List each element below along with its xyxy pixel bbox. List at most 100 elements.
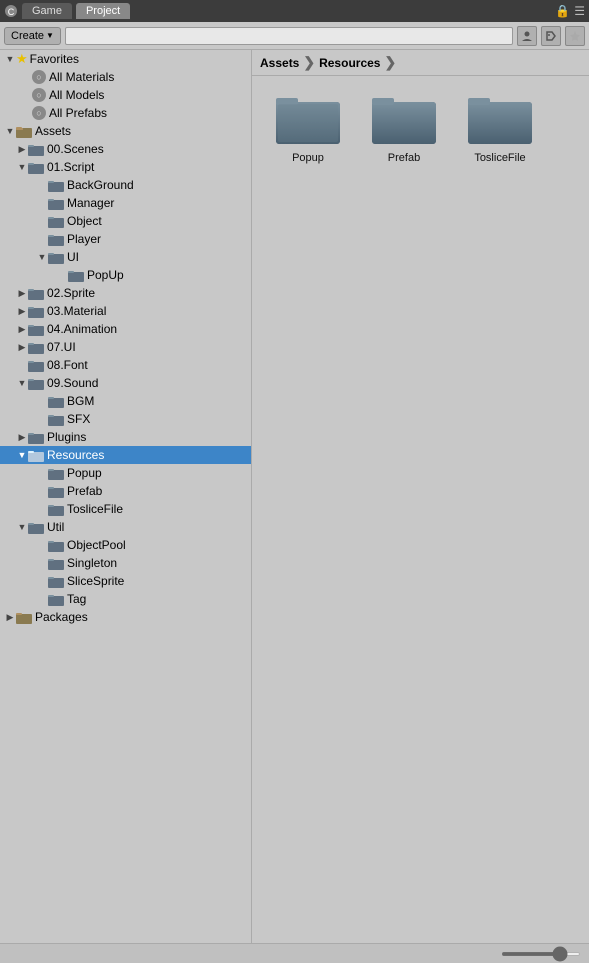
folder-icon: [28, 377, 44, 390]
sidebar-item-popup-script[interactable]: PopUp: [0, 266, 251, 284]
toslicefile-folder-icon: [468, 92, 532, 148]
asset-toslicefile[interactable]: TosliceFile: [460, 92, 540, 164]
sidebar-item-01-script[interactable]: 01.Script: [0, 158, 251, 176]
util-arrow: [16, 521, 28, 533]
folder-icon: [28, 341, 44, 354]
folder-icon: [48, 395, 64, 408]
asset-toslicefile-label: TosliceFile: [474, 152, 525, 164]
sidebar-item-prefab-res[interactable]: Prefab: [0, 482, 251, 500]
sidebar-item-util[interactable]: Util: [0, 518, 251, 536]
sidebar-item-08-font[interactable]: 08.Font: [0, 356, 251, 374]
folder-icon: [48, 593, 64, 606]
sidebar-item-manager[interactable]: Manager: [0, 194, 251, 212]
menu-icon[interactable]: ☰: [574, 4, 585, 18]
breadcrumb-sep2: ❯: [384, 54, 396, 71]
folder-icon: [28, 143, 44, 156]
prefab-folder-icon: [372, 92, 436, 148]
sidebar-item-singleton[interactable]: Singleton: [0, 554, 251, 572]
folder-icon: [48, 503, 64, 516]
sidebar-item-03-material[interactable]: 03.Material: [0, 302, 251, 320]
folder-icon: [28, 521, 44, 534]
folder-icon: [28, 449, 44, 462]
tab-project[interactable]: Project: [76, 3, 130, 19]
zoom-slider-container: [501, 952, 581, 956]
folder-icon: [48, 485, 64, 498]
sidebar-item-resources[interactable]: Resources: [0, 446, 251, 464]
sidebar-item-popup-res[interactable]: Popup: [0, 464, 251, 482]
sidebar-item-sfx[interactable]: SFX: [0, 410, 251, 428]
packages-label: Packages: [35, 610, 88, 624]
zoom-slider[interactable]: [501, 952, 581, 956]
folder-icon: [28, 359, 44, 372]
resources-arrow: [16, 449, 28, 461]
sidebar-item-02-sprite[interactable]: 02.Sprite: [0, 284, 251, 302]
search-icon: ○: [32, 70, 46, 84]
title-bar: C Game Project 🔒 ☰: [0, 0, 589, 22]
breadcrumb: Assets ❯ Resources ❯: [252, 50, 589, 76]
sidebar-item-background[interactable]: BackGround: [0, 176, 251, 194]
sidebar-item-objectpool[interactable]: ObjectPool: [0, 536, 251, 554]
packages-arrow: [4, 611, 16, 623]
search-icon: ○: [32, 106, 46, 120]
folder-icon: [48, 467, 64, 480]
sound-arrow: [16, 377, 28, 389]
folder-icon: [48, 539, 64, 552]
lock-icon[interactable]: 🔒: [555, 4, 570, 18]
breadcrumb-resources[interactable]: Resources: [319, 56, 380, 70]
search-icon: ○: [32, 88, 46, 102]
folder-icon: [48, 557, 64, 570]
main-container: ★ Favorites ○ All Materials ○ All Models…: [0, 50, 589, 943]
folder-icon: [48, 251, 64, 264]
sidebar-item-slicesprite[interactable]: SliceSprite: [0, 572, 251, 590]
folder-icon: [48, 575, 64, 588]
assets-arrow: [4, 125, 16, 137]
person-icon-button[interactable]: [517, 26, 537, 46]
breadcrumb-sep1: ❯: [303, 54, 315, 71]
ui07-arrow: [16, 341, 28, 353]
dropdown-arrow-icon: ▼: [46, 31, 54, 40]
animation-arrow: [16, 323, 28, 335]
folder-icon: [48, 197, 64, 210]
sidebar-item-player[interactable]: Player: [0, 230, 251, 248]
favorites-arrow: [4, 53, 16, 65]
sidebar-item-tag[interactable]: Tag: [0, 590, 251, 608]
breadcrumb-assets[interactable]: Assets: [260, 56, 299, 70]
sidebar-item-ui[interactable]: UI: [0, 248, 251, 266]
create-button[interactable]: Create ▼: [4, 27, 61, 45]
sidebar-item-all-materials[interactable]: ○ All Materials: [0, 68, 251, 86]
scenes-arrow: [16, 143, 28, 155]
favorites-header[interactable]: ★ Favorites: [0, 50, 251, 68]
folder-icon: [28, 431, 44, 444]
script-arrow: [16, 161, 28, 173]
sidebar-item-toslicefile-res[interactable]: TosliceFile: [0, 500, 251, 518]
sidebar-item-object[interactable]: Object: [0, 212, 251, 230]
asset-prefab[interactable]: Prefab: [364, 92, 444, 164]
assets-header[interactable]: Assets: [0, 122, 251, 140]
asset-popup[interactable]: Popup: [268, 92, 348, 164]
folder-icon: [28, 287, 44, 300]
sidebar-item-all-models[interactable]: ○ All Models: [0, 86, 251, 104]
sidebar-item-00-scenes[interactable]: 00.Scenes: [0, 140, 251, 158]
sidebar-item-04-animation[interactable]: 04.Animation: [0, 320, 251, 338]
tag-icon-button[interactable]: [541, 26, 561, 46]
sidebar-item-bgm[interactable]: BGM: [0, 392, 251, 410]
sidebar-item-09-sound[interactable]: 09.Sound: [0, 374, 251, 392]
folder-icon: [68, 269, 84, 282]
folder-icon: [28, 323, 44, 336]
plugins-arrow: [16, 431, 28, 443]
folder-icon: [48, 215, 64, 228]
sidebar-item-all-prefabs[interactable]: ○ All Prefabs: [0, 104, 251, 122]
assets-grid: Popup Prefab: [252, 76, 589, 943]
tab-game[interactable]: Game: [22, 3, 72, 19]
favorites-label: Favorites: [30, 52, 79, 66]
star-icon-button[interactable]: [565, 26, 585, 46]
search-input[interactable]: [65, 27, 513, 45]
sidebar-item-07-ui[interactable]: 07.UI: [0, 338, 251, 356]
sidebar-item-packages[interactable]: Packages: [0, 608, 251, 626]
star-icon: ★: [16, 51, 28, 67]
assets-folder-icon: [16, 125, 32, 138]
folder-icon: [28, 305, 44, 318]
sidebar-item-plugins[interactable]: Plugins: [0, 428, 251, 446]
assets-label: Assets: [35, 124, 71, 138]
folder-icon: [48, 233, 64, 246]
